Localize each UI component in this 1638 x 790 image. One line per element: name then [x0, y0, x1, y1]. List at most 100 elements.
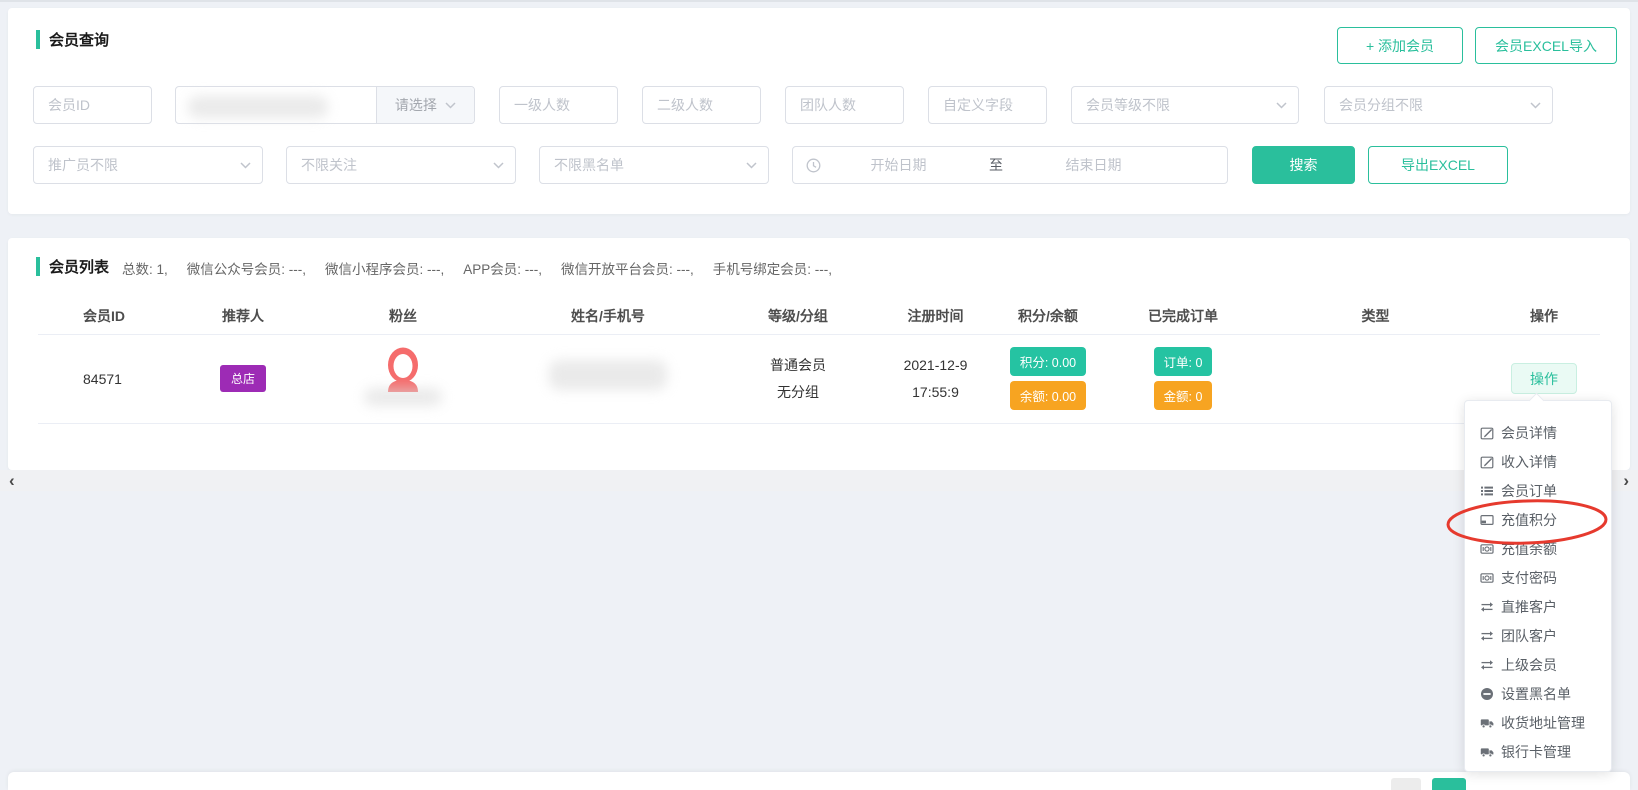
horizontal-scrollbar[interactable]: ‹ ›	[0, 470, 1638, 491]
menu-item-upper-member[interactable]: 上级会员	[1465, 650, 1611, 679]
chevron-down-icon	[746, 162, 757, 169]
truck-icon	[1480, 716, 1494, 730]
col-level-group: 等级/分组	[718, 306, 878, 326]
chevron-down-icon	[493, 162, 504, 169]
swap-icon	[1480, 658, 1494, 672]
date-range-picker[interactable]: 开始日期 至 结束日期	[792, 146, 1228, 184]
footer-bar	[8, 772, 1630, 790]
list-icon	[1480, 484, 1494, 498]
edit-icon	[1480, 426, 1494, 440]
swap-icon	[1480, 600, 1494, 614]
redacted-fans-name	[364, 388, 442, 406]
stat-app: APP会员: ---,	[463, 258, 542, 278]
member-list-card: 会员列表 总数: 1, 微信公众号会员: ---, 微信小程序会员: ---, …	[8, 238, 1630, 470]
col-actions: 操作	[1488, 306, 1600, 326]
add-member-button[interactable]: + 添加会员	[1337, 27, 1463, 64]
member-excel-import-button[interactable]: 会员EXCEL导入	[1475, 27, 1617, 64]
level1-count-input[interactable]: 一级人数	[499, 86, 618, 124]
menu-item-income-detail[interactable]: 收入详情	[1465, 447, 1611, 476]
chevron-down-icon	[445, 102, 456, 109]
redacted-member-name	[549, 360, 667, 390]
footer-gray-button[interactable]	[1391, 778, 1421, 790]
accent-bar	[36, 30, 40, 49]
chevron-down-icon	[1276, 102, 1287, 109]
col-points-balance: 积分/余额	[993, 306, 1103, 326]
edit-icon	[1480, 455, 1494, 469]
custom-field-input[interactable]: 自定义字段	[928, 86, 1047, 124]
block-icon	[1480, 687, 1494, 701]
menu-item-team-customers[interactable]: 团队客户	[1465, 621, 1611, 650]
col-referrer: 推荐人	[178, 306, 308, 326]
menu-item-recharge-points[interactable]: 充值积分	[1465, 505, 1611, 534]
amount-badge: 金额: 0	[1154, 381, 1213, 410]
top-divider	[0, 0, 1638, 2]
stat-wechat-official: 微信公众号会员: ---,	[187, 258, 306, 278]
accent-bar	[36, 257, 40, 276]
blacklist-select[interactable]: 不限黑名单	[539, 146, 769, 184]
level2-count-input[interactable]: 二级人数	[642, 86, 761, 124]
reg-time: 17:55:9	[912, 381, 959, 403]
member-group-select[interactable]: 会员分组不限	[1324, 86, 1553, 124]
end-date-input[interactable]: 结束日期	[1026, 155, 1161, 175]
orders-badge: 订单: 0	[1154, 347, 1213, 376]
scroll-right-arrow-icon[interactable]: ›	[1623, 472, 1629, 489]
follow-select[interactable]: 不限关注	[286, 146, 516, 184]
points-badge: 积分: 0.00	[1010, 347, 1086, 376]
clock-icon	[806, 158, 821, 173]
col-name-phone: 姓名/手机号	[498, 306, 718, 326]
date-separator: 至	[966, 155, 1026, 175]
cell-member-id: 84571	[38, 371, 178, 387]
stat-mini-program: 微信小程序会员: ---,	[325, 258, 444, 278]
balance-badge: 余额: 0.00	[1010, 381, 1086, 410]
row-divider	[38, 423, 1600, 424]
search-combo: 请选择	[175, 86, 475, 124]
table-row: 84571 总店 普通会员 无分组	[38, 334, 1600, 423]
action-dropdown-menu: 会员详情 收入详情 会员订单 充值积分 充值余额 支付密码 直推客户 团队客户 …	[1464, 400, 1612, 772]
row-action-button[interactable]: 操作	[1511, 363, 1577, 394]
combo-text-input[interactable]	[176, 87, 376, 123]
truck-icon	[1480, 745, 1494, 759]
col-completed-orders: 已完成订单	[1103, 306, 1263, 326]
member-level: 普通会员	[770, 354, 826, 376]
money-icon	[1480, 571, 1494, 585]
menu-item-payment-password[interactable]: 支付密码	[1465, 563, 1611, 592]
money-icon	[1480, 542, 1494, 556]
redacted-input-value	[188, 96, 328, 118]
list-card-title: 会员列表	[36, 256, 109, 277]
col-fans: 粉丝	[308, 306, 498, 326]
combo-type-select[interactable]: 请选择	[376, 87, 474, 123]
swap-icon	[1480, 629, 1494, 643]
member-id-input[interactable]: 会员ID	[33, 86, 152, 124]
query-title-text: 会员查询	[49, 29, 109, 50]
fans-cell	[308, 344, 498, 414]
stat-phone-bound: 手机号绑定会员: ---,	[713, 258, 832, 278]
top-actions: + 添加会员 会员EXCEL导入	[1337, 27, 1617, 64]
table-header: 会员ID 推荐人 粉丝 姓名/手机号 等级/分组 注册时间 积分/余额 已完成订…	[38, 298, 1600, 334]
bank-card-icon	[1480, 513, 1494, 527]
member-query-card: 会员查询 + 添加会员 会员EXCEL导入 会员ID 请选择 一级人数 二级人数	[8, 8, 1630, 214]
search-button[interactable]: 搜索	[1252, 146, 1355, 184]
member-level-select[interactable]: 会员等级不限	[1071, 86, 1299, 124]
menu-item-recharge-balance[interactable]: 充值余额	[1465, 534, 1611, 563]
member-admin-page: { "query_card": { "title": "会员查询", "add_…	[0, 0, 1638, 790]
referrer-badge: 总店	[220, 365, 266, 392]
col-reg-time: 注册时间	[878, 306, 993, 326]
stat-total: 总数: 1,	[122, 258, 168, 278]
start-date-input[interactable]: 开始日期	[831, 155, 966, 175]
menu-item-member-detail[interactable]: 会员详情	[1465, 418, 1611, 447]
scroll-left-arrow-icon[interactable]: ‹	[9, 472, 15, 489]
list-title-text: 会员列表	[49, 256, 109, 277]
reg-date: 2021-12-9	[904, 354, 968, 376]
menu-item-direct-customers[interactable]: 直推客户	[1465, 592, 1611, 621]
chevron-down-icon	[240, 162, 251, 169]
name-cell	[498, 344, 718, 414]
promoter-select[interactable]: 推广员不限	[33, 146, 263, 184]
menu-item-bank-card[interactable]: 银行卡管理	[1465, 737, 1611, 766]
menu-item-member-orders[interactable]: 会员订单	[1465, 476, 1611, 505]
menu-item-shipping-address[interactable]: 收货地址管理	[1465, 708, 1611, 737]
export-excel-button[interactable]: 导出EXCEL	[1368, 146, 1508, 184]
menu-item-set-blacklist[interactable]: 设置黑名单	[1465, 679, 1611, 708]
query-card-title: 会员查询	[36, 29, 109, 50]
footer-green-button[interactable]	[1432, 778, 1466, 790]
team-count-input[interactable]: 团队人数	[785, 86, 904, 124]
